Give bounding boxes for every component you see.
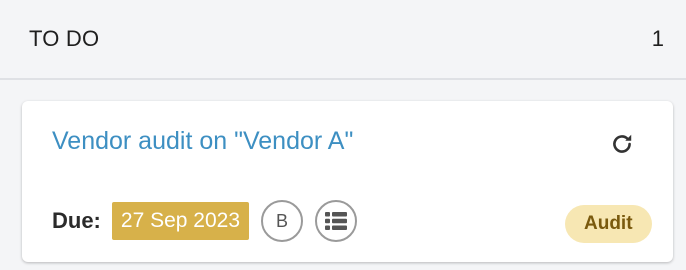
list-icon — [325, 212, 347, 230]
column-count: 1 — [651, 26, 664, 51]
refresh-button[interactable] — [606, 128, 638, 160]
card-title-link[interactable]: Vendor audit on "Vendor A" — [52, 127, 353, 156]
refresh-icon — [613, 134, 632, 153]
assignee-initial: B — [275, 210, 288, 231]
assignee-avatar-button[interactable]: B — [261, 200, 303, 242]
column-header: TO DO 1 — [0, 0, 686, 80]
due-label: Due: — [52, 208, 101, 233]
due-row: Due: 27 Sep 2023 B — [52, 200, 357, 242]
list-button[interactable] — [315, 200, 357, 242]
due-date-badge: 27 Sep 2023 — [111, 202, 249, 240]
task-card[interactable]: Vendor audit on "Vendor A" Due: 27 Sep 2… — [22, 101, 673, 262]
type-badge: Audit — [565, 205, 652, 243]
column-title: TO DO — [29, 26, 100, 51]
